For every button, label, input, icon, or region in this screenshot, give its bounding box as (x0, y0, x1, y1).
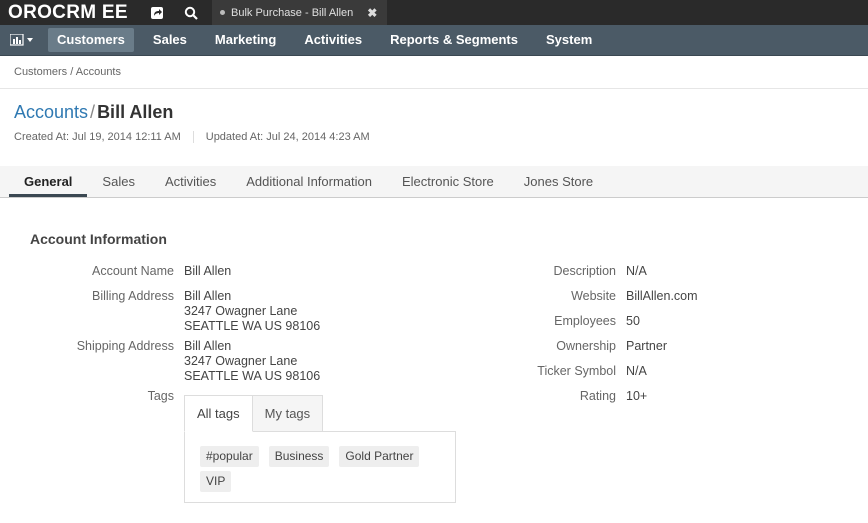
description-label: Description (553, 264, 616, 278)
rating-value: 10+ (626, 389, 648, 403)
search-icon[interactable] (174, 0, 208, 25)
tags-tabs: All tags My tags (184, 395, 324, 432)
nav-marketing[interactable]: Marketing (206, 28, 285, 52)
tag-chip[interactable]: Business (268, 446, 330, 467)
nav-activities[interactable]: Activities (295, 28, 371, 52)
main-navigation: Customers Sales Marketing Activities Rep… (0, 25, 868, 56)
billing-line: SEATTLE WA US 98106 (184, 319, 321, 333)
website-label: Website (571, 289, 616, 303)
employees-value: 50 (626, 314, 640, 328)
breadcrumb[interactable]: Customers / Accounts (14, 66, 121, 78)
tab-general[interactable]: General (9, 166, 88, 197)
shipping-line: Bill Allen (184, 339, 232, 353)
caret-down-icon (27, 38, 33, 42)
tab-electronic-store[interactable]: Electronic Store (387, 166, 509, 197)
dashboard-menu[interactable] (0, 25, 48, 56)
billing-address-label: Billing Address (92, 289, 174, 303)
ownership-value: Partner (626, 339, 667, 353)
shipping-line: SEATTLE WA US 98106 (184, 369, 321, 383)
share-icon[interactable] (140, 0, 174, 25)
account-name-value: Bill Allen (184, 264, 232, 278)
page-title: Accounts / Bill Allen (14, 102, 173, 123)
tab-sales[interactable]: Sales (87, 166, 150, 197)
section-title: Account Information (30, 231, 167, 247)
created-at: Created At: Jul 19, 2014 12:11 AM (14, 131, 194, 143)
divider (0, 88, 868, 89)
tag-list: #popular Business Gold Partner VIP (200, 446, 450, 496)
tab-additional-information[interactable]: Additional Information (231, 166, 387, 197)
close-icon[interactable]: ✖ (367, 6, 377, 20)
shipping-address-label: Shipping Address (76, 339, 174, 353)
accounts-link[interactable]: Accounts (14, 102, 88, 122)
ownership-label: Ownership (556, 339, 616, 353)
record-name: Bill Allen (97, 102, 174, 122)
nav-system[interactable]: System (537, 28, 601, 52)
updated-at: Updated At: Jul 24, 2014 4:23 AM (205, 131, 370, 143)
top-bar: OROCRM EE Bulk Purchase - Bill Allen ✖ (0, 0, 868, 25)
nav-customers[interactable]: Customers (48, 28, 134, 52)
shipping-line: 3247 Owagner Lane (184, 354, 298, 368)
account-name-label: Account Name (92, 264, 174, 278)
title-separator: / (90, 102, 96, 122)
pin-dot-icon (220, 10, 225, 15)
tab-all-tags[interactable]: All tags (184, 395, 253, 432)
website-value[interactable]: BillAllen.com (626, 289, 698, 304)
tag-chip[interactable]: #popular (200, 446, 259, 467)
record-meta: Created At: Jul 19, 2014 12:11 AM Update… (14, 131, 370, 143)
tags-panel: #popular Business Gold Partner VIP (184, 431, 456, 503)
record-tabs: General Sales Activities Additional Info… (0, 166, 868, 198)
nav-sales[interactable]: Sales (144, 28, 196, 52)
tab-jones-store[interactable]: Jones Store (509, 166, 608, 197)
ticker-symbol-value: N/A (626, 364, 647, 378)
bar-chart-icon (10, 34, 33, 46)
employees-label: Employees (554, 314, 616, 328)
tag-chip[interactable]: Gold Partner (339, 446, 420, 467)
billing-line: Bill Allen (184, 289, 232, 303)
ticker-symbol-label: Ticker Symbol (537, 364, 616, 378)
app-logo[interactable]: OROCRM EE (0, 0, 140, 25)
rating-label: Rating (579, 389, 616, 403)
tags-label: Tags (147, 389, 174, 403)
nav-reports-segments[interactable]: Reports & Segments (381, 28, 527, 52)
tab-my-tags[interactable]: My tags (252, 395, 324, 432)
tag-chip[interactable]: VIP (200, 471, 232, 492)
billing-address-value: Bill Allen 3247 Owagner Lane SEATTLE WA … (184, 289, 320, 334)
description-value: N/A (626, 264, 647, 278)
pinned-tab-label: Bulk Purchase - Bill Allen (231, 6, 354, 19)
tab-activities[interactable]: Activities (150, 166, 231, 197)
shipping-address-value: Bill Allen 3247 Owagner Lane SEATTLE WA … (184, 339, 320, 384)
pinned-tab[interactable]: Bulk Purchase - Bill Allen ✖ (212, 0, 388, 25)
billing-line: 3247 Owagner Lane (184, 304, 298, 318)
